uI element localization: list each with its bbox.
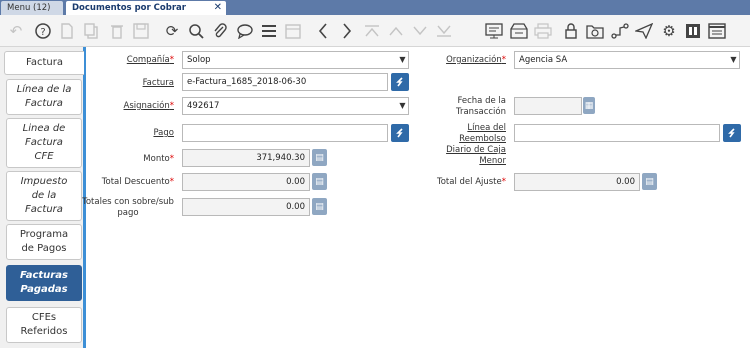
compania-value: Solop xyxy=(187,55,211,65)
settings-icon[interactable]: ⚙ xyxy=(659,21,679,41)
calculator-icon[interactable]: ▤ xyxy=(312,149,327,166)
lock-icon[interactable] xyxy=(561,21,581,41)
fecha-transaccion-field[interactable] xyxy=(514,97,582,115)
zoom-across-icon[interactable] xyxy=(585,21,605,41)
vtab-factura[interactable]: Factura xyxy=(4,51,84,75)
total-ajuste-label: Total del Ajuste* xyxy=(436,177,506,187)
asignacion-label: Asignación* xyxy=(123,101,174,111)
asignacion-value: 492617 xyxy=(187,101,220,111)
down-icon[interactable] xyxy=(410,21,430,41)
info-window-icon[interactable] xyxy=(707,21,727,41)
factura-field[interactable]: e-Factura_1685_2018-06-30 xyxy=(182,73,388,91)
totales-sobre-sub-field[interactable]: 0.00 xyxy=(182,198,310,216)
chevron-down-icon[interactable]: ▼ xyxy=(397,52,408,68)
report-icon[interactable] xyxy=(484,21,504,41)
calculator-icon[interactable]: ▤ xyxy=(312,173,327,190)
total-descuento-label: Total Descuento* xyxy=(101,177,174,187)
tab-documentos-por-cobrar[interactable]: Documentos por Cobrar ✕ xyxy=(66,1,226,15)
new-icon[interactable] xyxy=(57,21,77,41)
chat-icon[interactable] xyxy=(235,21,255,41)
first-icon[interactable] xyxy=(362,21,382,41)
organizacion-select[interactable]: Agencia SA ▼ xyxy=(514,51,740,69)
print-icon[interactable] xyxy=(533,21,553,41)
monto-label: Monto* xyxy=(143,154,174,164)
vtab-programa-de-pagos[interactable]: Programa de Pagos xyxy=(6,224,82,260)
previous-icon[interactable] xyxy=(313,21,333,41)
calculator-icon[interactable]: ▤ xyxy=(642,173,657,190)
undo-icon[interactable]: ↶ xyxy=(6,21,26,41)
copy-icon[interactable] xyxy=(82,21,102,41)
grid-toggle-icon[interactable] xyxy=(259,21,279,41)
monto-field[interactable]: 371,940.30 xyxy=(182,149,310,167)
linea-reembolso-label: Línea del Reembolso Diario de Caja Menor xyxy=(446,123,506,166)
close-icon[interactable]: ✕ xyxy=(214,1,222,15)
factura-value: e-Factura_1685_2018-06-30 xyxy=(187,77,307,87)
tab-menu[interactable]: Menu (12) xyxy=(1,1,63,15)
vtab-facturas-pagadas[interactable]: Facturas Pagadas xyxy=(6,265,82,301)
tab-label: Documentos por Cobrar xyxy=(72,3,186,13)
pago-lookup-button[interactable] xyxy=(391,124,409,142)
calendar-picker-icon[interactable]: ▦ xyxy=(583,97,595,114)
totales-sobre-sub-label: Totales con sobre/sub pago xyxy=(82,197,174,218)
help-icon[interactable]: ? xyxy=(33,21,53,41)
chevron-down-icon[interactable]: ▼ xyxy=(397,98,408,114)
pago-label: Pago xyxy=(153,128,174,138)
workflow-icon[interactable] xyxy=(610,21,630,41)
vtab-linea-de-factura-cfe[interactable]: Linea de Factura CFE xyxy=(6,118,82,168)
svg-text:?: ? xyxy=(40,27,45,38)
window-tab-bar: Menu (12) Documentos por Cobrar ✕ xyxy=(0,0,750,15)
lookup-arrow-icon xyxy=(728,128,735,138)
send-icon[interactable] xyxy=(634,21,654,41)
archive-icon[interactable] xyxy=(509,21,529,41)
organizacion-value: Agencia SA xyxy=(519,55,568,65)
vtab-cfes-referidos[interactable]: CFEs Referidos xyxy=(6,307,82,343)
chevron-down-icon[interactable]: ▼ xyxy=(728,52,739,68)
attachment-icon[interactable] xyxy=(210,21,230,41)
calculator-icon[interactable]: ▤ xyxy=(312,198,327,215)
save-icon[interactable] xyxy=(131,21,151,41)
compania-label: Compañía* xyxy=(126,55,174,65)
linea-reembolso-lookup-button[interactable] xyxy=(723,124,741,142)
total-ajuste-field[interactable]: 0.00 xyxy=(514,173,640,191)
lookup-arrow-icon xyxy=(396,128,403,138)
vtab-linea-de-la-factura[interactable]: Línea de la Factura xyxy=(6,79,82,115)
fecha-transaccion-label: Fecha de la Transacción xyxy=(456,96,506,117)
product-info-icon[interactable] xyxy=(683,21,703,41)
factura-label: Factura xyxy=(142,78,174,88)
factura-lookup-button[interactable] xyxy=(391,73,409,91)
asignacion-select[interactable]: 492617 ▼ xyxy=(182,97,409,115)
next-icon[interactable] xyxy=(337,21,357,41)
delete-icon[interactable] xyxy=(107,21,127,41)
last-icon[interactable] xyxy=(434,21,454,41)
linea-reembolso-field[interactable] xyxy=(514,124,720,142)
organizacion-label: Organización* xyxy=(446,55,506,65)
vtab-impuesto-de-la-factura[interactable]: Impuesto de la Factura xyxy=(6,171,82,221)
refresh-icon[interactable]: ⟳ xyxy=(162,21,182,41)
up-icon[interactable] xyxy=(386,21,406,41)
total-descuento-field[interactable]: 0.00 xyxy=(182,173,310,191)
vertical-tab-list: Factura Línea de la Factura Linea de Fac… xyxy=(0,47,86,348)
pago-field[interactable] xyxy=(182,124,388,142)
find-icon[interactable] xyxy=(186,21,206,41)
toolbar: ↶ ? ⟳ ⚙ xyxy=(0,15,750,47)
lookup-arrow-icon xyxy=(396,77,403,87)
compania-select[interactable]: Solop ▼ xyxy=(182,51,409,69)
calendar-icon[interactable] xyxy=(283,21,303,41)
